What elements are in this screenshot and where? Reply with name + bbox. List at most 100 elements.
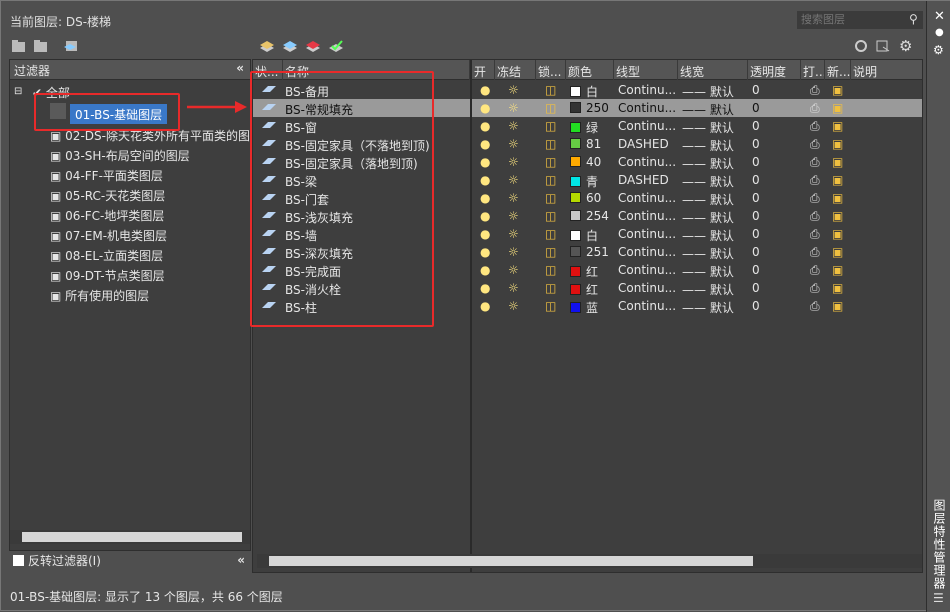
layer-transparency[interactable]: 0 <box>750 99 800 117</box>
new-vp-freeze-icon[interactable]: ▣ <box>830 171 848 189</box>
invert-filter-checkbox[interactable] <box>13 555 24 566</box>
tree-item[interactable]: ▣ 06-FC-地坪类图层 <box>50 207 164 225</box>
unlock-icon[interactable]: ◫ <box>543 225 563 243</box>
tree-item[interactable]: ▣ 04-FF-平面类图层 <box>50 167 163 185</box>
layer-color[interactable]: 青 <box>568 171 614 189</box>
tree-item[interactable]: ▣ 03-SH-布局空间的图层 <box>50 147 190 165</box>
layer-lineweight[interactable]: —— 默认 <box>680 243 748 261</box>
layer-color[interactable]: 红 <box>568 261 614 279</box>
plot-icon[interactable]: ⎙ <box>808 207 824 225</box>
layer-lineweight[interactable]: —— 默认 <box>680 189 748 207</box>
col-linetype[interactable]: 线型 <box>614 60 678 80</box>
layer-transparency[interactable]: 0 <box>750 153 800 171</box>
unlock-icon[interactable]: ◫ <box>543 207 563 225</box>
unlock-icon[interactable]: ◫ <box>543 243 563 261</box>
layer-lineweight[interactable]: —— 默认 <box>680 153 748 171</box>
layer-linetype[interactable]: DASHED <box>616 171 678 189</box>
new-vp-freeze-icon[interactable]: ▣ <box>830 261 848 279</box>
layer-linetype[interactable]: Continu... <box>616 225 678 243</box>
layer-color[interactable]: 白 <box>568 81 614 99</box>
layer-linetype[interactable]: Continu... <box>616 189 678 207</box>
col-color[interactable]: 颜色 <box>566 60 614 80</box>
new-vp-freeze-icon[interactable]: ▣ <box>830 81 848 99</box>
lightbulb-icon[interactable]: ● <box>478 99 494 117</box>
tree-expand-icon[interactable]: ⊟ <box>14 86 22 104</box>
sun-icon[interactable]: ☼ <box>506 225 526 243</box>
sun-icon[interactable]: ☼ <box>506 279 526 297</box>
layer-lineweight[interactable]: —— 默认 <box>680 117 748 135</box>
unlock-icon[interactable]: ◫ <box>543 135 563 153</box>
layer-transparency[interactable]: 0 <box>750 243 800 261</box>
lightbulb-icon[interactable]: ● <box>478 135 494 153</box>
plot-icon[interactable]: ⎙ <box>808 135 824 153</box>
unlock-icon[interactable]: ◫ <box>543 81 563 99</box>
filter-scrollbar[interactable] <box>10 530 250 544</box>
collapse-filter-icon[interactable]: « <box>236 61 244 75</box>
tree-item[interactable]: ▣ 07-EM-机电类图层 <box>50 227 167 245</box>
plot-icon[interactable]: ⎙ <box>808 243 824 261</box>
layer-linetype[interactable]: Continu... <box>616 261 678 279</box>
tree-item[interactable]: ▣ 08-EL-立面类图层 <box>50 247 163 265</box>
layer-linetype[interactable]: Continu... <box>616 243 678 261</box>
column-splitter[interactable] <box>470 60 472 572</box>
layer-linetype[interactable]: Continu... <box>616 117 678 135</box>
plot-icon[interactable]: ⎙ <box>808 99 824 117</box>
unlock-icon[interactable]: ◫ <box>543 261 563 279</box>
tree-item[interactable]: ▣ 所有使用的图层 <box>50 287 149 305</box>
gear-icon[interactable]: ⚙ <box>899 37 912 55</box>
layer-linetype[interactable]: Continu... <box>616 99 678 117</box>
lightbulb-icon[interactable]: ● <box>478 261 494 279</box>
layer-transparency[interactable]: 0 <box>750 261 800 279</box>
new-vp-freeze-icon[interactable]: ▣ <box>830 99 848 117</box>
layer-linetype[interactable]: Continu... <box>616 279 678 297</box>
plot-icon[interactable]: ⎙ <box>808 189 824 207</box>
unlock-icon[interactable]: ◫ <box>543 189 563 207</box>
col-new-vp-freeze[interactable]: 新... <box>825 60 851 80</box>
properties-icon[interactable]: ⚙ <box>933 43 944 57</box>
layer-lineweight[interactable]: —— 默认 <box>680 99 748 117</box>
layer-color[interactable]: 绿 <box>568 117 614 135</box>
layer-color[interactable]: 60 <box>568 189 614 207</box>
layer-linetype[interactable]: Continu... <box>616 207 678 225</box>
new-vp-freeze-icon[interactable]: ▣ <box>830 243 848 261</box>
layer-scrollbar[interactable] <box>257 554 922 568</box>
filter-scroll-thumb[interactable] <box>22 532 242 542</box>
new-vp-freeze-icon[interactable]: ▣ <box>830 297 848 315</box>
plot-icon[interactable]: ⎙ <box>808 171 824 189</box>
plot-icon[interactable]: ⎙ <box>808 225 824 243</box>
col-on[interactable]: 开 <box>472 60 495 80</box>
layer-color[interactable]: 81 <box>568 135 614 153</box>
layer-lineweight[interactable]: —— 默认 <box>680 171 748 189</box>
layer-color[interactable]: 254 <box>568 207 614 225</box>
layer-color[interactable]: 40 <box>568 153 614 171</box>
unlock-icon[interactable]: ◫ <box>543 153 563 171</box>
lightbulb-icon[interactable]: ● <box>478 279 494 297</box>
layer-color[interactable]: 251 <box>568 243 614 261</box>
sun-icon[interactable]: ☼ <box>506 243 526 261</box>
col-lock[interactable]: 锁... <box>536 60 566 80</box>
layer-lineweight[interactable]: —— 默认 <box>680 207 748 225</box>
layer-transparency[interactable]: 0 <box>750 225 800 243</box>
plot-icon[interactable]: ⎙ <box>808 279 824 297</box>
layer-transparency[interactable]: 0 <box>750 135 800 153</box>
new-vp-freeze-icon[interactable]: ▣ <box>830 117 848 135</box>
plot-icon[interactable]: ⎙ <box>808 81 824 99</box>
unlock-icon[interactable]: ◫ <box>543 297 563 315</box>
lightbulb-icon[interactable]: ● <box>478 225 494 243</box>
layer-lineweight[interactable]: —— 默认 <box>680 81 748 99</box>
sun-icon[interactable]: ☼ <box>506 171 526 189</box>
tree-item[interactable]: ▣ 09-DT-节点类图层 <box>50 267 165 285</box>
layer-lineweight[interactable]: —— 默认 <box>680 135 748 153</box>
col-lineweight[interactable]: 线宽 <box>678 60 748 80</box>
lightbulb-icon[interactable]: ● <box>478 207 494 225</box>
new-group-filter-icon[interactable] <box>33 39 49 53</box>
layer-transparency[interactable]: 0 <box>750 189 800 207</box>
unlock-icon[interactable]: ◫ <box>543 99 563 117</box>
layer-transparency[interactable]: 0 <box>750 81 800 99</box>
new-vp-freeze-icon[interactable]: ▣ <box>830 207 848 225</box>
col-plot[interactable]: 打... <box>801 60 825 80</box>
lightbulb-icon[interactable]: ● <box>478 297 494 315</box>
plot-icon[interactable]: ⎙ <box>808 297 824 315</box>
delete-layer-icon[interactable] <box>305 39 321 53</box>
lightbulb-icon[interactable]: ● <box>478 243 494 261</box>
